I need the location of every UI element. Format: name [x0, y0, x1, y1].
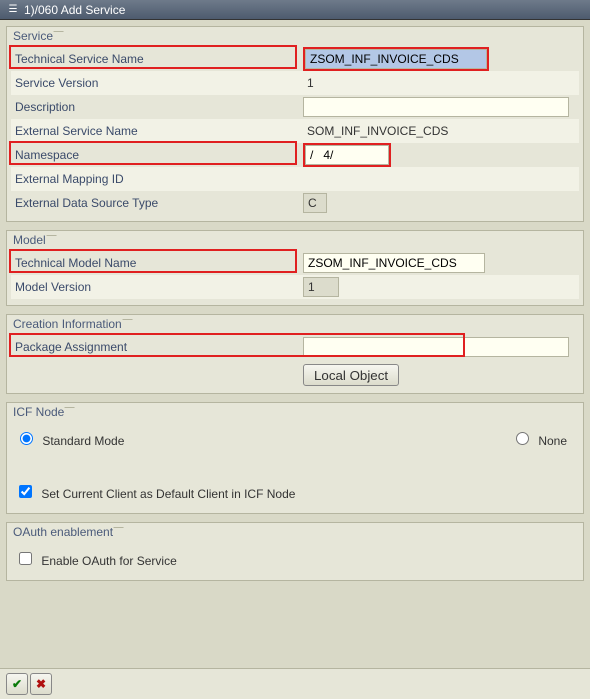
local-object-button[interactable]: Local Object — [303, 364, 399, 386]
window-title: 1)/060 Add Service — [24, 3, 125, 17]
group-title-icf: ICF Node — [11, 405, 68, 419]
window-menu-icon[interactable]: ☰ — [6, 3, 20, 17]
checkbox-enable-oauth[interactable] — [19, 552, 32, 565]
check-icon: ✔ — [12, 677, 22, 691]
group-oauth: OAuth enablement Enable OAuth for Servic… — [6, 522, 584, 581]
radio-standard-mode-wrap[interactable]: Standard Mode — [15, 429, 124, 448]
group-title-creation: Creation Information — [11, 317, 126, 331]
group-creation-info: Creation Information Package Assignment … — [6, 314, 584, 394]
label-model-version: Model Version — [13, 280, 303, 294]
group-title-model: Model — [11, 233, 50, 247]
group-icf-node: ICF Node Standard Mode None Set Current … — [6, 402, 584, 514]
value-service-version: 1 — [303, 74, 318, 92]
input-description[interactable] — [303, 97, 569, 117]
radio-none-label: None — [538, 434, 567, 448]
group-title-service: Service — [11, 29, 57, 43]
cancel-button[interactable]: ✖ — [30, 673, 52, 695]
label-external-data-source-type: External Data Source Type — [13, 196, 303, 210]
value-model-version: 1 — [303, 277, 339, 297]
local-object-label: Local Object — [314, 368, 388, 383]
input-tech-model-name[interactable] — [303, 253, 485, 273]
ok-button[interactable]: ✔ — [6, 673, 28, 695]
checkbox-default-client-wrap[interactable]: Set Current Client as Default Client in … — [15, 482, 295, 501]
radio-standard-mode[interactable] — [20, 432, 33, 445]
input-tech-service-name[interactable] — [305, 49, 487, 69]
label-description: Description — [13, 100, 303, 114]
group-title-oauth: OAuth enablement — [11, 525, 117, 539]
checkbox-default-client-label: Set Current Client as Default Client in … — [41, 487, 295, 501]
bottom-toolbar: ✔ ✖ — [0, 668, 590, 699]
label-service-version: Service Version — [13, 76, 303, 90]
label-external-service-name: External Service Name — [13, 124, 303, 138]
checkbox-enable-oauth-label: Enable OAuth for Service — [41, 554, 176, 568]
label-external-mapping-id: External Mapping ID — [13, 172, 303, 186]
value-external-service-name: SOM_INF_INVOICE_CDS — [303, 122, 452, 140]
checkbox-enable-oauth-wrap[interactable]: Enable OAuth for Service — [15, 549, 177, 568]
checkbox-default-client[interactable] — [19, 485, 32, 498]
group-service: Service Technical Service Name Service V… — [6, 26, 584, 222]
value-external-data-source-type: C — [303, 193, 327, 213]
radio-standard-mode-label: Standard Mode — [42, 434, 124, 448]
radio-none-wrap[interactable]: None — [511, 429, 567, 448]
group-model: Model Technical Model Name Model Version… — [6, 230, 584, 306]
input-namespace[interactable] — [305, 145, 389, 165]
value-external-mapping-id — [303, 177, 311, 181]
radio-none[interactable] — [516, 432, 529, 445]
window-titlebar: ☰ 1)/060 Add Service — [0, 0, 590, 20]
content-area: Service Technical Service Name Service V… — [0, 20, 590, 595]
close-icon: ✖ — [36, 677, 46, 691]
